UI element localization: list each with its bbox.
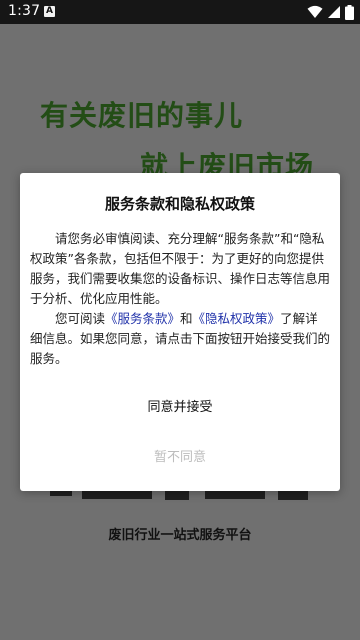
privacy-policy-link[interactable]: 《隐私权政策》	[193, 311, 281, 326]
signal-icon	[328, 6, 340, 18]
dialog-title: 服务条款和隐私权政策	[104, 195, 255, 213]
dialog-paragraph-1: 请您务必审慎阅读、充分理解“服务条款”和“隐私权政策”各条款，包括但不限于：为了…	[30, 231, 331, 306]
system-icons	[307, 4, 354, 20]
status-time: 1:37	[8, 3, 41, 19]
notification-icon: A	[44, 6, 55, 17]
para2-prefix: 您可阅读	[55, 311, 106, 326]
terms-of-service-link[interactable]: 《服务条款》	[105, 311, 180, 326]
disagree-button[interactable]: 暂不同意	[20, 443, 340, 473]
app-screen: 1:37 A 有关废旧的事儿 就上废旧市场 废旧行业一站式服务平台 服务条款和隐…	[0, 0, 360, 640]
status-bar: 1:37 A	[0, 0, 360, 24]
dialog-paragraph-2: 您可阅读《服务条款》和《隐私权政策》了解详细信息。如果您同意，请点击下面按钮开始…	[30, 309, 330, 369]
agree-button[interactable]: 同意并接受	[20, 393, 340, 423]
dialog-body: 请您务必审慎阅读、充分理解“服务条款”和“隐私权政策”各条款，包括但不限于：为了…	[30, 229, 330, 369]
privacy-dialog: 服务条款和隐私权政策 请您务必审慎阅读、充分理解“服务条款”和“隐私权政策”各条…	[20, 173, 340, 491]
para2-and: 和	[180, 311, 193, 326]
battery-icon	[345, 4, 354, 20]
wifi-icon	[307, 5, 323, 18]
